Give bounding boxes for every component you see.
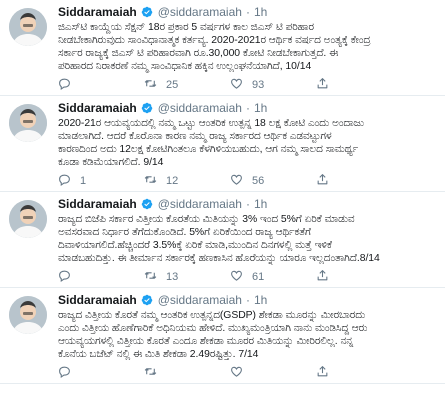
retweet-button[interactable]: 12 bbox=[144, 173, 230, 189]
tweet-text: ರಾಜ್ಯದ ಬಿಜೆಪಿ ಸರ್ಕಾರ ವಿತ್ತೀಯ ಕೊರತೆಯ ಮಿತಿ… bbox=[58, 213, 435, 265]
tweet[interactable]: Siddaramaiah @siddaramaiah · 1h ಜಿಎಸ್‌ಟಿ… bbox=[0, 0, 445, 96]
author-name[interactable]: Siddaramaiah bbox=[58, 197, 137, 211]
like-count: 61 bbox=[252, 271, 265, 283]
avatar[interactable] bbox=[9, 8, 47, 46]
reply-icon bbox=[58, 173, 80, 189]
like-count: 93 bbox=[252, 79, 265, 91]
retweet-icon bbox=[144, 365, 166, 381]
share-button[interactable] bbox=[316, 77, 338, 93]
timestamp[interactable]: 1h bbox=[254, 293, 267, 307]
like-icon bbox=[230, 173, 252, 189]
tweet-text-line: ಸರ್ಕಾರ ರಾಜ್ಯಕ್ಕೆ ಜಿಎಸ್ ಟಿ ಪರಿಹಾರವಾಗಿ ರೂ.… bbox=[58, 48, 339, 59]
tweet-text-line: 2020-21ರ ಆಯವ್ಯಯದಲ್ಲಿ ನಮ್ಮ ಒಟ್ಟು ಆಂತರಿಕ ಉ… bbox=[58, 118, 364, 129]
timestamp[interactable]: 1h bbox=[254, 5, 267, 19]
verified-badge-icon bbox=[141, 6, 153, 18]
tweet-text-line: ರಾಜ್ಯದ ಬಿಜೆಪಿ ಸರ್ಕಾರ ವಿತ್ತೀಯ ಕೊರತೆಯ ಮಿತಿ… bbox=[58, 214, 355, 225]
separator-dot: · bbox=[245, 196, 250, 211]
separator-dot: · bbox=[245, 292, 250, 307]
tweet-header: Siddaramaiah @siddaramaiah · 1h bbox=[58, 4, 435, 19]
reply-icon bbox=[58, 365, 80, 381]
author-handle[interactable]: @siddaramaiah bbox=[158, 293, 242, 307]
reply-button[interactable] bbox=[58, 77, 144, 93]
retweet-count: 25 bbox=[166, 79, 179, 91]
tweet-text-line: ಅವಸರವಾದ ನಿರ್ಧಾರ ತೆಗೆದುಕೊಂಡಿದೆ. 5%ಗೆ ಏರಿಕ… bbox=[58, 227, 311, 238]
like-icon bbox=[230, 77, 252, 93]
tweet-header: Siddaramaiah @siddaramaiah · 1h bbox=[58, 100, 435, 115]
timestamp[interactable]: 1h bbox=[254, 101, 267, 115]
like-button[interactable]: 56 bbox=[230, 173, 316, 189]
share-icon bbox=[316, 77, 338, 93]
tweet-text-line: ಎಂದು ವಿತ್ತೀಯ ಹೊಣೆಗಾರಿಕೆ ಅಧಿನಿಯಮ ಹೇಳಿದೆ. … bbox=[58, 323, 368, 334]
avatar[interactable] bbox=[9, 296, 47, 334]
verified-badge-icon bbox=[141, 294, 153, 306]
retweet-button[interactable]: 25 bbox=[144, 77, 230, 93]
tweet-text-line: ಆಯವ್ಯಯಗಳಲ್ಲಿ ವಿತ್ತೀಯ ಕೊರತೆ ಎಂದೂ ಶೇಕಡಾ ಮೂ… bbox=[58, 336, 354, 347]
tweet-text: ರಾಜ್ಯದ ವಿತ್ತೀಯ ಕೊರತೆ ನಮ್ಮ ಆಂತರಿಕ ಉತ್ಪನ್ನ… bbox=[58, 309, 435, 361]
tweet-text-line: ಪರಿಹಾರದ ನಿರಾಕರಣೆ ನಮ್ಮ ಸಾಂವಿಧಾನಿಕ ಹಕ್ಕಿನ … bbox=[58, 61, 312, 72]
reply-button[interactable] bbox=[58, 269, 144, 285]
retweet-count: 12 bbox=[166, 175, 179, 187]
reply-icon bbox=[58, 269, 80, 285]
tweet-header: Siddaramaiah @siddaramaiah · 1h bbox=[58, 292, 435, 307]
tweet-text-line: ದಿವಾಳಿಯಾಗಲಿದೆ.ಹೆಚ್ಚಿಂದರೆ 3.5%ಕ್ಕೆ ಏರಿಕೆ … bbox=[58, 240, 332, 251]
tweet-text-line: ರಾಜ್ಯದ ವಿತ್ತೀಯ ಕೊರತೆ ನಮ್ಮ ಆಂತರಿಕ ಉತ್ಪನ್ನ… bbox=[58, 310, 366, 321]
author-handle[interactable]: @siddaramaiah bbox=[158, 197, 242, 211]
share-icon bbox=[316, 173, 338, 189]
retweet-icon bbox=[144, 77, 166, 93]
tweet-actions bbox=[58, 363, 435, 383]
tweet-actions: 1 12 56 bbox=[58, 171, 435, 191]
tweet-text-line: ಕೂಡಾ ಕಡಿಮೆಯಾಗಲಿದೆ. 9/14 bbox=[58, 157, 164, 168]
retweet-icon bbox=[144, 173, 166, 189]
like-icon bbox=[230, 269, 252, 285]
tweet-actions: 13 61 bbox=[58, 267, 435, 287]
separator-dot: · bbox=[245, 4, 250, 19]
tweet-header: Siddaramaiah @siddaramaiah · 1h bbox=[58, 196, 435, 211]
avatar[interactable] bbox=[9, 200, 47, 238]
retweet-count: 13 bbox=[166, 271, 179, 283]
avatar[interactable] bbox=[9, 104, 47, 142]
author-name[interactable]: Siddaramaiah bbox=[58, 101, 137, 115]
verified-badge-icon bbox=[141, 198, 153, 210]
author-handle[interactable]: @siddaramaiah bbox=[158, 101, 242, 115]
tweet-text-line: ಕಾರಣದಿಂದ ಅದು 12ಲಕ್ಷ ಕೋಟಿಗಿಂತಲೂ ಕೆಳಗಿಳಿಯಬ… bbox=[58, 144, 359, 155]
reply-icon bbox=[58, 77, 80, 93]
share-button[interactable] bbox=[316, 269, 338, 285]
tweet[interactable]: Siddaramaiah @siddaramaiah · 1h ರಾಜ್ಯದ ವ… bbox=[0, 288, 445, 384]
retweet-button[interactable] bbox=[144, 365, 230, 381]
author-name[interactable]: Siddaramaiah bbox=[58, 293, 137, 307]
tweet[interactable]: Siddaramaiah @siddaramaiah · 1h 2020-21ರ… bbox=[0, 96, 445, 192]
author-handle[interactable]: @siddaramaiah bbox=[158, 5, 242, 19]
tweet-text: ಜಿಎಸ್‌ಟಿ ಕಾಯ್ದೆಯ ಸೆಕ್ಷನ್ 18ರ ಪ್ರಕಾರ 5 ವರ… bbox=[58, 21, 435, 73]
timeline: Siddaramaiah @siddaramaiah · 1h ಜಿಎಸ್‌ಟಿ… bbox=[0, 0, 445, 384]
tweet-text-line: ಕೊನೆಯ ಬಜೆಟ್ ನಲ್ಲಿ ಈ ಮಿತಿ ಶೇಕಡಾ 2.49ರಷ್ಟಿ… bbox=[58, 349, 259, 360]
like-button[interactable]: 93 bbox=[230, 77, 316, 93]
tweet-text: 2020-21ರ ಆಯವ್ಯಯದಲ್ಲಿ ನಮ್ಮ ಒಟ್ಟು ಆಂತರಿಕ ಉ… bbox=[58, 117, 435, 169]
tweet-text-line: ಜಿಎಸ್‌ಟಿ ಕಾಯ್ದೆಯ ಸೆಕ್ಷನ್ 18ರ ಪ್ರಕಾರ 5 ವರ… bbox=[58, 22, 314, 33]
share-button[interactable] bbox=[316, 365, 338, 381]
tweet-text-line: ನೀಡಬೇಕಾಗಿರುವುದು ಸಾಂವಿಧಾನಾತ್ಮಕ ಕರ್ತವ್ಯ. 2… bbox=[58, 35, 371, 46]
like-count: 56 bbox=[252, 175, 265, 187]
reply-button[interactable]: 1 bbox=[58, 173, 144, 189]
author-name[interactable]: Siddaramaiah bbox=[58, 5, 137, 19]
reply-count: 1 bbox=[80, 175, 87, 187]
tweet-text-line: ಮಾಡಲಾಗಿದೆ. ಆದರೆ ಕೊರೊನಾ ಕಾರಣ ನಮ್ಮ ರಾಜ್ಯ ಸ… bbox=[58, 131, 332, 142]
verified-badge-icon bbox=[141, 102, 153, 114]
separator-dot: · bbox=[245, 100, 250, 115]
like-icon bbox=[230, 365, 252, 381]
like-button[interactable] bbox=[230, 365, 316, 381]
tweet-text-line: ಮಾಡಬಹುದಿತ್ತು. ಈ ತೀರ್ಮಾನ ಸರ್ಕಾರಕ್ಕೆ ಹಣಕಾಸ… bbox=[58, 253, 380, 264]
reply-button[interactable] bbox=[58, 365, 144, 381]
share-icon bbox=[316, 269, 338, 285]
retweet-button[interactable]: 13 bbox=[144, 269, 230, 285]
share-button[interactable] bbox=[316, 173, 338, 189]
like-button[interactable]: 61 bbox=[230, 269, 316, 285]
timestamp[interactable]: 1h bbox=[254, 197, 267, 211]
tweet-actions: 25 93 bbox=[58, 75, 435, 95]
tweet[interactable]: Siddaramaiah @siddaramaiah · 1h ರಾಜ್ಯದ ಬ… bbox=[0, 192, 445, 288]
share-icon bbox=[316, 365, 338, 381]
retweet-icon bbox=[144, 269, 166, 285]
